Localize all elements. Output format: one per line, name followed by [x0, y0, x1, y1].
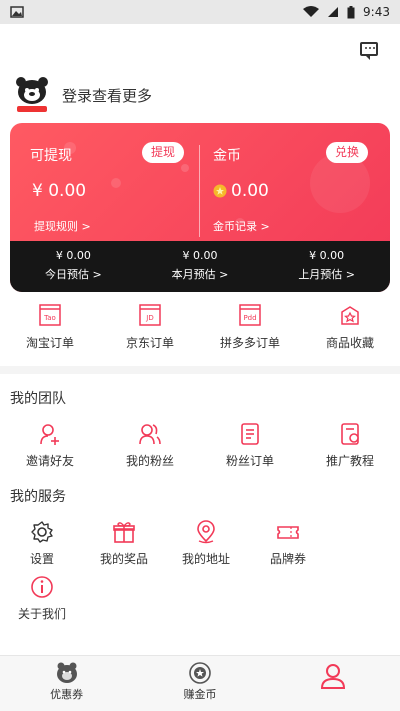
estimate-value: ¥ 0.00: [55, 249, 91, 262]
estimate-month[interactable]: ¥ 0.00 本月预估 >: [137, 241, 264, 292]
coupon-icon: [276, 520, 300, 544]
service-label: 品牌券: [269, 552, 306, 566]
taobao-order-button[interactable]: Tao 淘宝订单: [0, 304, 100, 364]
estimate-value: ¥ 0.00: [182, 249, 218, 262]
svg-text:Tao: Tao: [43, 314, 56, 322]
coin-icon: [213, 184, 227, 198]
grid-label: 我的粉丝: [125, 454, 174, 468]
nav-label: 赚金币: [183, 688, 217, 701]
gift-icon: [112, 520, 136, 544]
jd-order-icon: JD: [139, 304, 161, 326]
withdraw-amount: ¥ 0.00: [32, 181, 87, 201]
order-label: 商品收藏: [325, 336, 374, 350]
battery-icon: [347, 5, 355, 19]
estimate-last-month[interactable]: ¥ 0.00 上月预估 >: [263, 241, 390, 292]
withdraw-title: 可提现: [30, 148, 72, 164]
coins-amount: 0.00: [231, 181, 269, 201]
pdd-order-button[interactable]: Pdd 拼多多订单: [200, 304, 300, 364]
fan-orders-button[interactable]: 粉丝订单: [200, 422, 300, 469]
service-label: 我的奖品: [99, 552, 148, 566]
team-grid: 邀请好友 我的粉丝 粉丝订单 推广教程: [0, 422, 400, 469]
nav-label: 优惠券: [50, 688, 84, 701]
coins-title: 金币: [213, 148, 241, 164]
wifi-icon: [303, 6, 320, 18]
tutorial-button[interactable]: 推广教程: [300, 422, 400, 469]
image-notification-icon: [10, 6, 24, 18]
brand-coupon-button[interactable]: 品牌券: [248, 520, 328, 567]
invite-friends-button[interactable]: 邀请好友: [0, 422, 100, 469]
nav-profile[interactable]: [267, 656, 400, 711]
jd-order-button[interactable]: JD 京东订单: [100, 304, 200, 364]
favorites-button[interactable]: 商品收藏: [300, 304, 400, 364]
nav-coupons[interactable]: 优惠券: [0, 656, 133, 711]
profile-tab-icon: [320, 662, 346, 690]
team-title: 我的团队: [10, 391, 66, 407]
profile-page: 登录查看更多 可提现 提现 ¥ 0.00 提现规则 > 金币 兑换 0.00 金…: [0, 24, 400, 655]
svg-text:JD: JD: [145, 314, 153, 322]
fan-orders-icon: [238, 422, 262, 446]
settings-icon: [30, 520, 54, 544]
order-label: 京东订单: [125, 336, 174, 350]
user-header[interactable]: 登录查看更多: [14, 76, 152, 114]
pdd-order-icon: Pdd: [239, 304, 261, 326]
my-prizes-button[interactable]: 我的奖品: [84, 520, 164, 567]
order-label: 拼多多订单: [219, 336, 280, 350]
estimates-bar: ¥ 0.00 今日预估 > ¥ 0.00 本月预估 > ¥ 0.00 上月预估 …: [10, 241, 390, 292]
svg-text:Pdd: Pdd: [243, 314, 256, 322]
tutorial-icon: [338, 422, 362, 446]
status-bar: 9:43: [0, 0, 400, 24]
order-label: 淘宝订单: [25, 336, 74, 350]
withdraw-button[interactable]: 提现: [142, 142, 185, 163]
service-label: 设置: [29, 552, 54, 566]
my-address-button[interactable]: 我的地址: [166, 520, 246, 567]
signal-icon: [327, 6, 339, 18]
grid-label: 粉丝订单: [225, 454, 274, 468]
estimate-label: 今日预估 >: [44, 268, 102, 281]
section-separator: [0, 366, 400, 374]
avatar: [14, 76, 48, 114]
message-icon[interactable]: [360, 42, 378, 60]
nav-earn-coins[interactable]: 赚金币: [133, 656, 266, 711]
grid-label: 推广教程: [325, 454, 374, 468]
estimate-label: 上月预估 >: [298, 268, 356, 281]
services-title: 我的服务: [10, 489, 66, 505]
time: 9:43: [363, 5, 390, 19]
settings-button[interactable]: 设置: [2, 520, 82, 567]
orders-row: Tao 淘宝订单 JD 京东订单 Pdd 拼多多订单 商品收藏: [0, 304, 400, 364]
about-us-button[interactable]: 关于我们: [2, 575, 82, 622]
exchange-button[interactable]: 兑换: [326, 142, 369, 163]
invite-icon: [38, 422, 62, 446]
estimate-today[interactable]: ¥ 0.00 今日预估 >: [10, 241, 137, 292]
my-fans-button[interactable]: 我的粉丝: [100, 422, 200, 469]
taobao-order-icon: Tao: [39, 304, 61, 326]
coin-records-link[interactable]: 金币记录 >: [213, 218, 270, 234]
service-label: 我的地址: [181, 552, 230, 566]
bottom-nav: 优惠券 赚金币: [0, 655, 400, 711]
coins-section: 金币 兑换 0.00 金币记录 >: [200, 123, 390, 241]
login-prompt[interactable]: 登录查看更多: [62, 85, 152, 106]
location-icon: [194, 520, 218, 544]
favorite-icon: [339, 304, 361, 326]
withdraw-rules-link[interactable]: 提现规则 >: [34, 218, 91, 234]
fans-icon: [138, 422, 162, 446]
earnings-card: 可提现 提现 ¥ 0.00 提现规则 > 金币 兑换 0.00 金币记录 > ¥…: [10, 123, 390, 292]
estimate-label: 本月预估 >: [171, 268, 229, 281]
info-icon: [30, 575, 54, 599]
coin-tab-icon: [189, 662, 211, 684]
coupon-tab-icon: [56, 662, 78, 684]
grid-label: 邀请好友: [25, 454, 74, 468]
estimate-value: ¥ 0.00: [309, 249, 345, 262]
withdraw-section: 可提现 提现 ¥ 0.00 提现规则 >: [10, 123, 200, 241]
service-label: 关于我们: [17, 607, 66, 621]
